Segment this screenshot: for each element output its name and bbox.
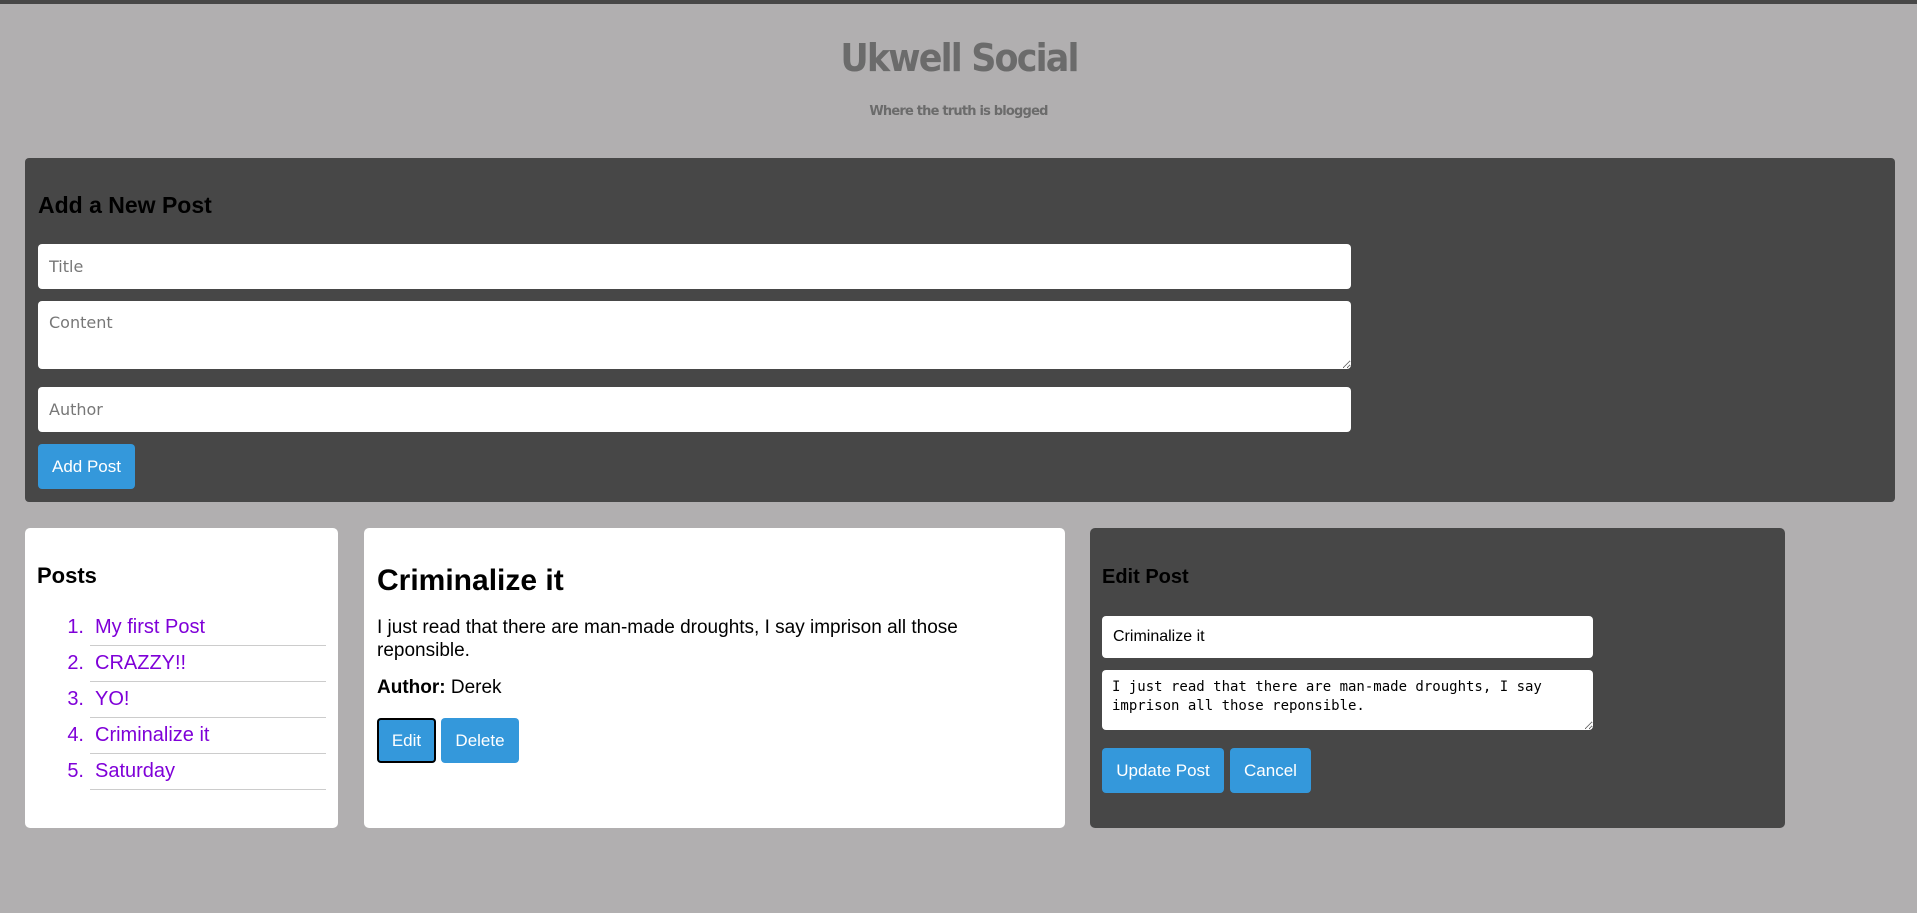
- add-post-heading: Add a New Post: [38, 192, 212, 218]
- post-link[interactable]: Criminalize it: [90, 717, 326, 754]
- edit-content-input[interactable]: I just read that there are man-made drou…: [1102, 670, 1593, 730]
- post-list: 1. My first Post 2. CRAZZY!! 3. YO! 4. C…: [37, 609, 326, 790]
- add-post-button[interactable]: Add Post: [38, 444, 135, 489]
- list-item: 2. CRAZZY!!: [37, 645, 326, 682]
- list-item-number: 5.: [67, 759, 84, 782]
- post-title: Criminalize it: [377, 564, 564, 597]
- post-link[interactable]: YO!: [90, 681, 326, 718]
- list-item-number: 2.: [67, 651, 84, 674]
- list-item-number: 1.: [67, 615, 84, 638]
- list-item-number: 4.: [67, 723, 84, 746]
- new-post-content-input[interactable]: [38, 301, 1351, 369]
- post-link[interactable]: My first Post: [90, 609, 326, 646]
- list-item: 4. Criminalize it: [37, 717, 326, 754]
- post-link[interactable]: CRAZZY!!: [90, 645, 326, 682]
- edit-post-card: Edit Post I just read that there are man…: [1090, 528, 1785, 828]
- cancel-button[interactable]: Cancel: [1230, 748, 1311, 793]
- edit-button[interactable]: Edit: [377, 718, 436, 763]
- edit-post-heading: Edit Post: [1102, 566, 1189, 588]
- delete-button[interactable]: Delete: [441, 718, 519, 763]
- list-item-number: 3.: [67, 687, 84, 710]
- post-content: I just read that there are man-made drou…: [377, 617, 958, 661]
- site-header: Ukwell Social Where the truth is blogged: [0, 4, 1917, 120]
- list-item: 3. YO!: [37, 681, 326, 718]
- new-post-title-input[interactable]: [38, 244, 1351, 289]
- add-post-panel: Add a New Post Add Post: [25, 158, 1895, 502]
- list-item: 1. My first Post: [37, 609, 326, 646]
- post-link[interactable]: Saturday: [90, 753, 326, 790]
- site-tagline: Where the truth is blogged: [869, 104, 1048, 119]
- edit-actions: Update Post Cancel: [1102, 748, 1311, 793]
- post-detail-card: Criminalize it I just read that there ar…: [364, 528, 1065, 828]
- author-label: Author:: [377, 677, 446, 698]
- site-title: Ukwell Social: [839, 36, 1079, 80]
- list-item: 5. Saturday: [37, 753, 326, 790]
- new-post-author-input[interactable]: [38, 387, 1351, 432]
- post-author: Author: Derek: [377, 676, 1052, 700]
- author-name: Derek: [450, 677, 502, 698]
- edit-title-input[interactable]: [1102, 616, 1593, 658]
- update-post-button[interactable]: Update Post: [1102, 748, 1224, 793]
- posts-heading: Posts: [37, 563, 97, 588]
- posts-list-card: Posts 1. My first Post 2. CRAZZY!! 3. YO…: [25, 528, 338, 828]
- post-actions: Edit Delete: [377, 718, 1052, 763]
